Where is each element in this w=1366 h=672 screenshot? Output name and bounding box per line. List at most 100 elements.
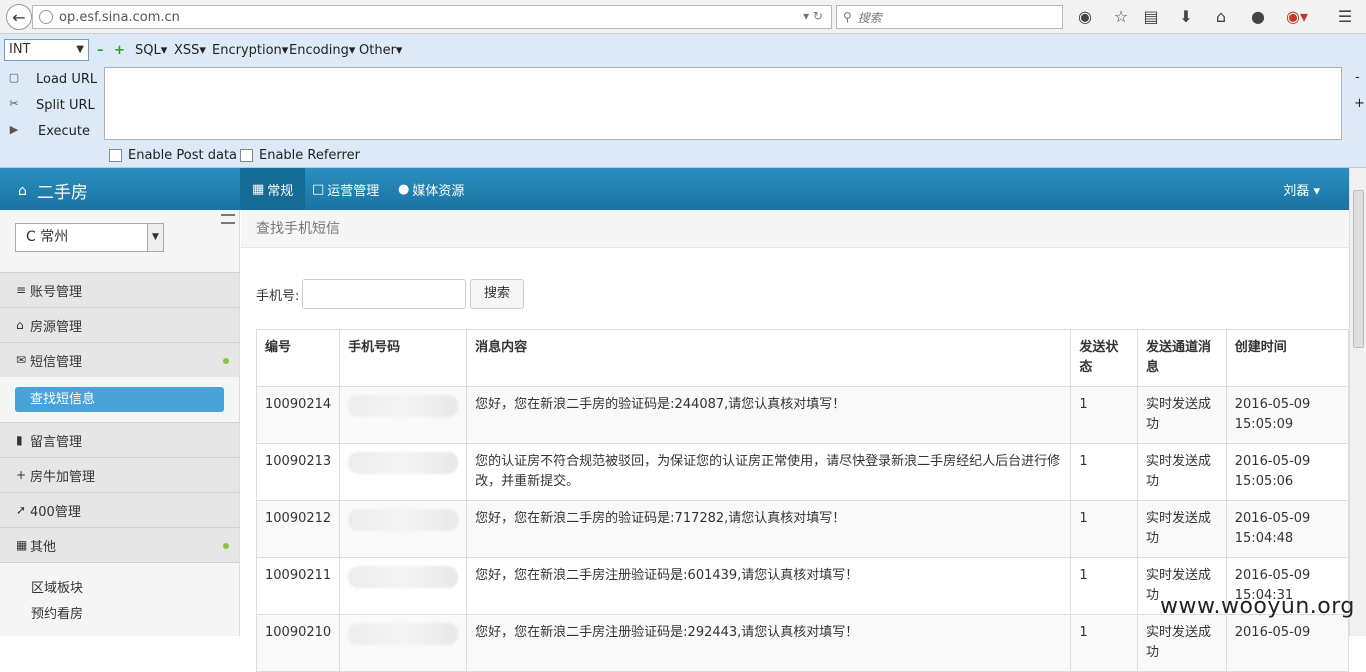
menu-hamburger-icon[interactable]: ☰ [1335, 7, 1355, 27]
bookmark-star-icon[interactable]: ☆ [1111, 7, 1131, 27]
tab-general[interactable]: ▦ 常规 [240, 168, 306, 210]
sidebar-item-messages[interactable]: ▮ 留言管理 [0, 422, 239, 457]
watermark: www.wooyun.org [1160, 594, 1355, 619]
sidebar-item-400[interactable]: ➚ 400管理 [0, 492, 239, 527]
home-icon: ⌂ [18, 182, 27, 199]
sidebar-subitem-viewings[interactable]: 预约看房 [31, 603, 83, 622]
sidebar-item-sms[interactable]: ✉ 短信管理 [0, 342, 239, 377]
sidebar-item-other[interactable]: ▦ 其他 [0, 527, 239, 562]
execute-button[interactable]: ▶ Execute [6, 123, 90, 139]
menu-xss[interactable]: XSS▾ [174, 43, 206, 58]
scrollbar-thumb[interactable] [1353, 190, 1364, 348]
url-textarea[interactable] [104, 67, 1342, 140]
row-id: 10090214 [255, 386, 341, 444]
addon-icon[interactable]: ◉▾ [1286, 7, 1308, 27]
sidebar-submenu [0, 562, 239, 636]
sidebar-item-label: 400管理 [30, 504, 81, 520]
collapse-sidebar-icon[interactable] [221, 214, 235, 224]
list-icon: ≡ [16, 283, 27, 297]
redaction-blur [348, 509, 459, 531]
row-time: 2016-05-09 [1225, 614, 1350, 672]
redaction-blur [348, 623, 459, 645]
decrease-icon[interactable]: – [97, 43, 104, 58]
brand-link[interactable]: ⌂ 二手房 [18, 178, 88, 204]
home-icon: ⌂ [16, 318, 24, 332]
table-row: 10090214 您好，您在新浪二手房的验证码是:244087,请您认真核对填写… [255, 386, 1350, 444]
play-icon: ▶ [9, 123, 19, 136]
palette-icon[interactable]: ◉ [1075, 7, 1095, 27]
sidebar-item-fangniujia[interactable]: + 房牛加管理 [0, 457, 239, 492]
column-header: 手机号码 [339, 329, 468, 387]
load-url-button[interactable]: ▢ Load URL [6, 71, 97, 87]
page-title: 查找手机短信 [241, 210, 1349, 248]
reload-icon[interactable]: ▾ ↻ [803, 9, 823, 23]
chevron-down-icon: ▼ [147, 224, 163, 251]
menu-encryption[interactable]: Encryption▾ [212, 43, 288, 58]
tab-media[interactable]: ● 媒体资源 [386, 168, 476, 210]
redaction-blur [348, 452, 459, 474]
increase-icon[interactable]: + [114, 43, 125, 58]
row-id: 10090212 [255, 500, 341, 558]
split-url-button[interactable]: ✂ Split URL [6, 97, 94, 113]
globe-icon [39, 10, 53, 24]
search-button[interactable]: 搜索 [470, 279, 524, 309]
search-bar[interactable]: ⚲ 搜索 [836, 5, 1063, 29]
column-header: 创建时间 [1225, 329, 1350, 387]
checkbox-icon [109, 149, 122, 162]
referrer-checkbox[interactable]: Enable Referrer [240, 148, 360, 163]
browser-toolbar: ← op.esf.sina.com.cn ▾ ↻ ⚲ 搜索 ◉ ☆ ▤ ⬇ ⌂ … [0, 0, 1366, 34]
row-content: 您好，您在新浪二手房的验证码是:244087,请您认真核对填写！ [466, 386, 1072, 444]
mode-value: INT [9, 42, 31, 57]
phone-label: 手机号: [256, 289, 300, 304]
row-time: 2016-05-09 15:05:09 [1225, 386, 1350, 444]
home-icon[interactable]: ⌂ [1211, 7, 1231, 27]
row-id: 10090213 [255, 443, 341, 501]
redacted-phone [339, 443, 468, 501]
row-channel: 实时发送成功 [1137, 614, 1227, 672]
status-dot-icon [223, 358, 229, 364]
tab-general-label: 常规 [267, 183, 294, 199]
back-arrow-icon[interactable]: ← [6, 4, 32, 30]
user-menu[interactable]: 刘磊 ▾ [1283, 180, 1320, 199]
sidebar-item-listings[interactable]: ⌂ 房源管理 [0, 307, 239, 342]
reading-list-icon[interactable]: ▤ [1141, 7, 1161, 27]
shrink-icon[interactable]: - [1355, 70, 1360, 85]
row-content: 您好，您在新浪二手房注册验证码是:292443,请您认真核对填写！ [466, 614, 1072, 672]
row-channel: 实时发送成功 [1137, 443, 1227, 501]
url-bar[interactable]: op.esf.sina.com.cn ▾ ↻ [32, 5, 832, 29]
checkbox-icon [240, 149, 253, 162]
download-icon[interactable]: ⬇ [1176, 7, 1196, 27]
expand-icon[interactable]: + [1354, 96, 1365, 111]
mode-select[interactable]: INT ▼ [4, 39, 89, 61]
row-id: 10090210 [255, 614, 341, 672]
wrench-icon: ➚ [16, 503, 27, 517]
tab-operations[interactable]: □ 运营管理 [300, 168, 391, 210]
city-value: C 常州 [26, 229, 69, 245]
chat-icon[interactable]: ● [1248, 7, 1268, 27]
menu-encoding[interactable]: Encoding▾ [289, 43, 355, 58]
post-data-checkbox[interactable]: Enable Post data [109, 148, 237, 163]
row-content: 您的认证房不符合规范被驳回，为保证您的认证房正常使用，请尽快登录新浪二手房经纪人… [466, 443, 1072, 501]
row-status: 1 [1070, 557, 1139, 615]
column-header: 发送状态 [1070, 329, 1139, 387]
sidebar-item-label: 房牛加管理 [30, 469, 96, 485]
row-channel: 实时发送成功 [1137, 386, 1227, 444]
execute-label: Execute [38, 123, 90, 139]
sidebar-subitem-regions[interactable]: 区域板块 [31, 577, 83, 596]
menu-sql[interactable]: SQL▾ [135, 43, 167, 58]
page-scrollbar[interactable] [1349, 168, 1366, 636]
phone-search-input[interactable] [302, 279, 466, 309]
globe-icon: ● [398, 181, 410, 197]
sidebar-item-label: 短信管理 [30, 354, 83, 370]
grid-icon: ▦ [252, 181, 265, 197]
hackbar-panel: INT ▼ – + SQL▾ XSS▾ Encryption▾ Encoding… [0, 34, 1366, 168]
city-select[interactable]: C 常州 ▼ [15, 223, 164, 252]
row-status: 1 [1070, 443, 1139, 501]
sidebar-subitem-find-sms[interactable]: 查找短信息 [15, 387, 224, 412]
menu-other[interactable]: Other▾ [359, 43, 402, 58]
table-header-row: 编号 手机号码 消息内容 发送状态 发送通道消息 创建时间 [255, 329, 1350, 387]
row-status: 1 [1070, 386, 1139, 444]
sidebar-item-accounts[interactable]: ≡ 账号管理 [0, 272, 239, 307]
redaction-blur [348, 566, 459, 588]
sidebar: C 常州 ▼ ≡ 账号管理 ⌂ 房源管理 ✉ 短信管理 查找短信息 ▮ 留言管理… [0, 210, 240, 636]
